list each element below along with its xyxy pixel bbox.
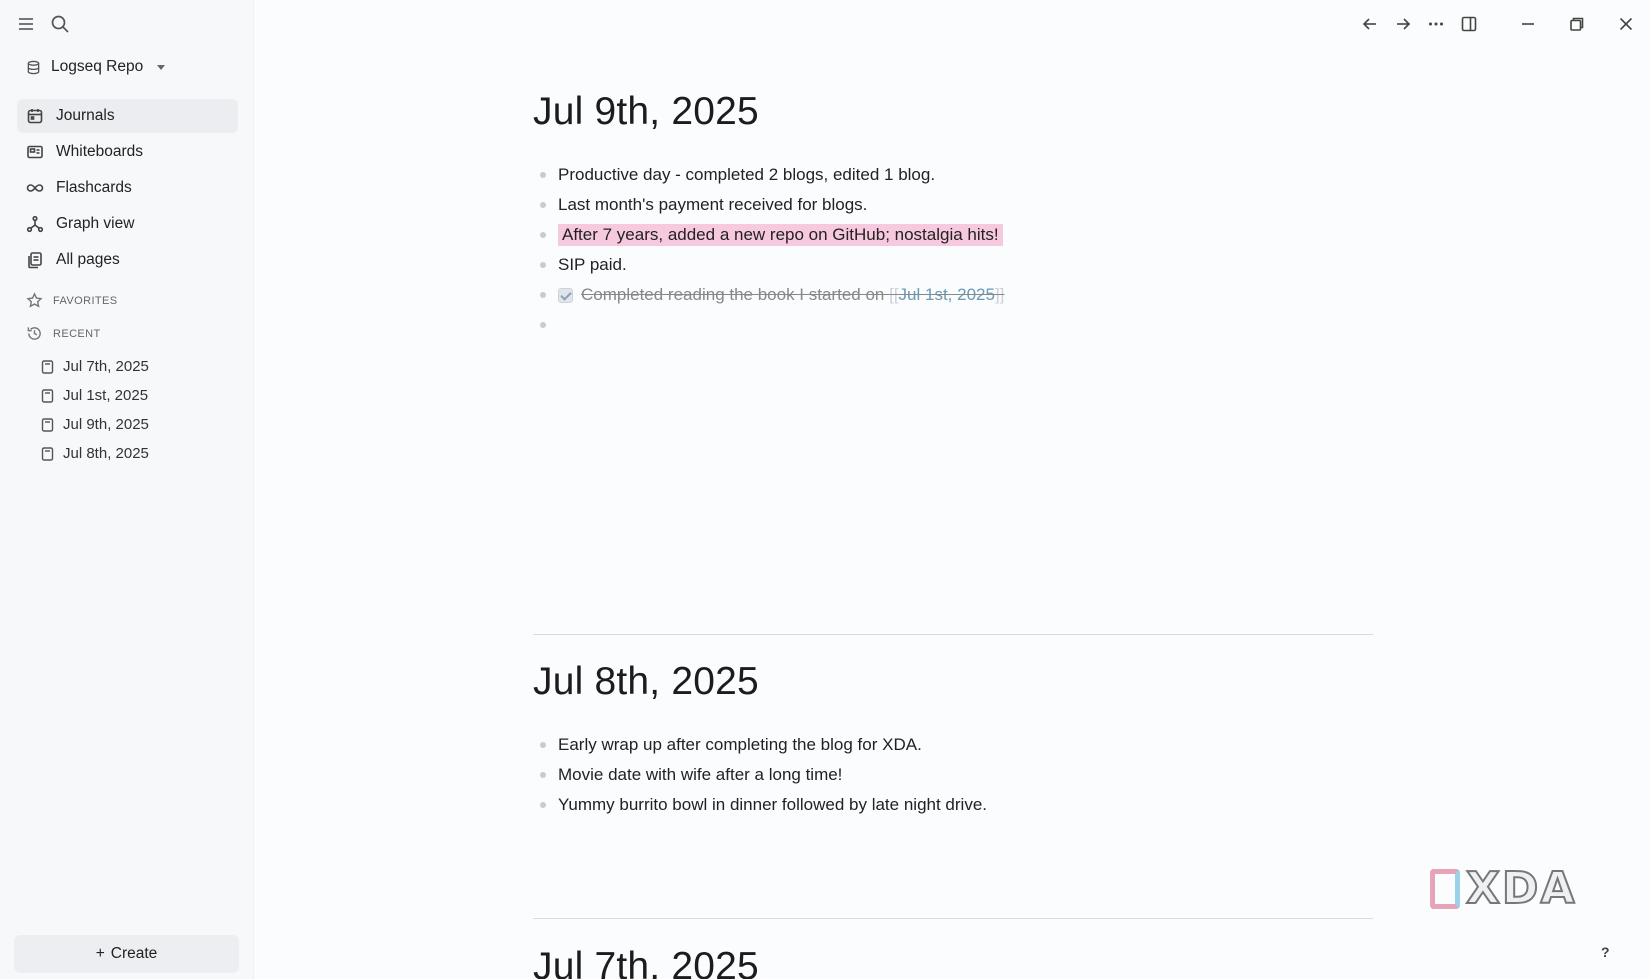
calendar-icon bbox=[27, 109, 43, 124]
history-icon bbox=[27, 327, 41, 340]
search-icon[interactable] bbox=[48, 12, 72, 36]
journal-divider bbox=[533, 918, 1373, 919]
list-item[interactable]: Productive day - completed 2 blogs, edit… bbox=[533, 160, 1373, 190]
repo-selector[interactable]: Logseq Repo bbox=[26, 58, 166, 76]
favorites-section[interactable]: FAVORITES bbox=[26, 292, 118, 309]
bullet-icon[interactable] bbox=[540, 292, 546, 298]
sidebar-item-label: Journals bbox=[56, 107, 115, 124]
bracket-open: [[ bbox=[889, 285, 899, 304]
sidebar-item-label: All pages bbox=[56, 251, 120, 268]
back-arrow-icon[interactable] bbox=[1353, 10, 1386, 38]
block-text: Productive day - completed 2 blogs, edit… bbox=[558, 165, 936, 184]
list-item[interactable]: Last month's payment received for blogs. bbox=[533, 190, 1373, 220]
empty-block[interactable] bbox=[533, 310, 1373, 340]
more-options-icon[interactable] bbox=[1419, 10, 1452, 38]
page-icon bbox=[41, 359, 54, 374]
block-list: Early wrap up after completing the blog … bbox=[533, 730, 1373, 820]
sidebar-item-label: Graph view bbox=[56, 215, 135, 232]
whiteboard-icon bbox=[27, 145, 43, 159]
journal-entry: Jul 9th, 2025 Productive day - completed… bbox=[533, 90, 1373, 340]
recent-item-label: Jul 8th, 2025 bbox=[63, 445, 149, 462]
recent-item[interactable]: Jul 9th, 2025 bbox=[41, 410, 149, 439]
recent-item-label: Jul 7th, 2025 bbox=[63, 358, 149, 375]
bullet-icon[interactable] bbox=[540, 172, 546, 178]
task-text: Completed reading the book I started on bbox=[581, 285, 890, 304]
pages-icon bbox=[28, 252, 42, 269]
list-item[interactable]: SIP paid. bbox=[533, 250, 1373, 280]
bullet-icon[interactable] bbox=[540, 802, 546, 808]
sidebar-nav: Journals Whiteboards Flashcards Graph vi… bbox=[17, 99, 238, 279]
page-icon bbox=[41, 446, 54, 461]
list-item[interactable]: Yummy burrito bowl in dinner followed by… bbox=[533, 790, 1373, 820]
database-icon bbox=[27, 60, 40, 74]
block-text: Early wrap up after completing the blog … bbox=[558, 735, 922, 754]
journal-entry: Jul 8th, 2025 Early wrap up after comple… bbox=[533, 660, 1373, 820]
journal-divider bbox=[533, 634, 1373, 635]
page-icon bbox=[41, 388, 54, 403]
bracket-close: ]] bbox=[994, 285, 1005, 304]
bullet-icon[interactable] bbox=[540, 742, 546, 748]
block-list: Productive day - completed 2 blogs, edit… bbox=[533, 160, 1373, 340]
sidebar-item-whiteboards[interactable]: Whiteboards bbox=[17, 135, 238, 169]
left-sidebar: Logseq Repo Journals Whiteboards Flashca… bbox=[0, 0, 254, 979]
highlighted-block-text: After 7 years, added a new repo on GitHu… bbox=[558, 224, 1003, 246]
favorites-label: FAVORITES bbox=[53, 294, 118, 307]
bullet-icon[interactable] bbox=[540, 202, 546, 208]
block-text: Yummy burrito bowl in dinner followed by… bbox=[558, 795, 987, 814]
infinity-icon bbox=[26, 184, 44, 192]
recent-label: RECENT bbox=[53, 327, 101, 340]
window-controls bbox=[1353, 10, 1650, 38]
journal-title[interactable]: Jul 8th, 2025 bbox=[533, 660, 1373, 704]
bullet-icon[interactable] bbox=[540, 262, 546, 268]
task-item[interactable]: Completed reading the book I started on … bbox=[533, 280, 1373, 310]
sidebar-item-all-pages[interactable]: All pages bbox=[17, 243, 238, 277]
sidebar-item-journals[interactable]: Journals bbox=[17, 99, 238, 133]
list-item[interactable]: Movie date with wife after a long time! bbox=[533, 760, 1373, 790]
sidebar-item-flashcards[interactable]: Flashcards bbox=[17, 171, 238, 205]
restore-icon[interactable] bbox=[1552, 10, 1601, 38]
sidebar-item-label: Flashcards bbox=[56, 179, 132, 196]
sidebar-item-graph-view[interactable]: Graph view bbox=[17, 207, 238, 241]
create-button[interactable]: + Create bbox=[14, 935, 239, 973]
minimize-icon[interactable] bbox=[1503, 10, 1552, 38]
recent-section[interactable]: RECENT bbox=[26, 325, 101, 342]
journal-title[interactable]: Jul 7th, 2025 bbox=[533, 945, 1373, 979]
sidebar-item-label: Whiteboards bbox=[56, 143, 144, 160]
create-label: Create bbox=[110, 945, 158, 962]
watermark-text: XDA bbox=[1465, 862, 1577, 915]
close-icon[interactable] bbox=[1601, 10, 1650, 38]
right-sidebar-toggle-icon[interactable] bbox=[1452, 10, 1485, 38]
graph-icon bbox=[26, 215, 44, 233]
page-icon bbox=[41, 417, 54, 432]
recent-item-label: Jul 9th, 2025 bbox=[63, 416, 149, 433]
xda-logo-icon bbox=[1430, 868, 1460, 909]
plus-icon: + bbox=[95, 945, 105, 962]
task-checkbox[interactable] bbox=[558, 287, 573, 303]
bullet-icon[interactable] bbox=[540, 322, 546, 328]
page-reference-link[interactable]: Jul 1st, 2025 bbox=[899, 285, 995, 304]
forward-arrow-icon[interactable] bbox=[1386, 10, 1419, 38]
star-icon bbox=[26, 292, 43, 308]
block-text: SIP paid. bbox=[558, 255, 627, 274]
list-item[interactable]: After 7 years, added a new repo on GitHu… bbox=[533, 220, 1373, 250]
block-text: Movie date with wife after a long time! bbox=[558, 765, 843, 784]
bullet-icon[interactable] bbox=[540, 772, 546, 778]
bullet-icon[interactable] bbox=[540, 232, 546, 238]
menu-icon[interactable] bbox=[14, 12, 38, 36]
top-left-toolbar bbox=[14, 12, 72, 36]
journal-title[interactable]: Jul 9th, 2025 bbox=[533, 90, 1373, 134]
xda-watermark: XDA bbox=[1430, 862, 1577, 915]
chevron-down-icon bbox=[157, 64, 166, 70]
recent-item-label: Jul 1st, 2025 bbox=[63, 387, 149, 404]
journal-entry: Jul 7th, 2025 bbox=[533, 945, 1373, 979]
recent-item[interactable]: Jul 7th, 2025 bbox=[41, 352, 149, 381]
list-item[interactable]: Early wrap up after completing the blog … bbox=[533, 730, 1373, 760]
repo-name: Logseq Repo bbox=[51, 58, 144, 75]
block-text: Last month's payment received for blogs. bbox=[558, 195, 868, 214]
recent-list: Jul 7th, 2025 Jul 1st, 2025 Jul 9th, 202… bbox=[41, 352, 149, 468]
recent-item[interactable]: Jul 8th, 2025 bbox=[41, 439, 149, 468]
help-button[interactable]: ? bbox=[1601, 944, 1610, 960]
done-task: Completed reading the book I started on … bbox=[558, 285, 1004, 305]
recent-item[interactable]: Jul 1st, 2025 bbox=[41, 381, 149, 410]
